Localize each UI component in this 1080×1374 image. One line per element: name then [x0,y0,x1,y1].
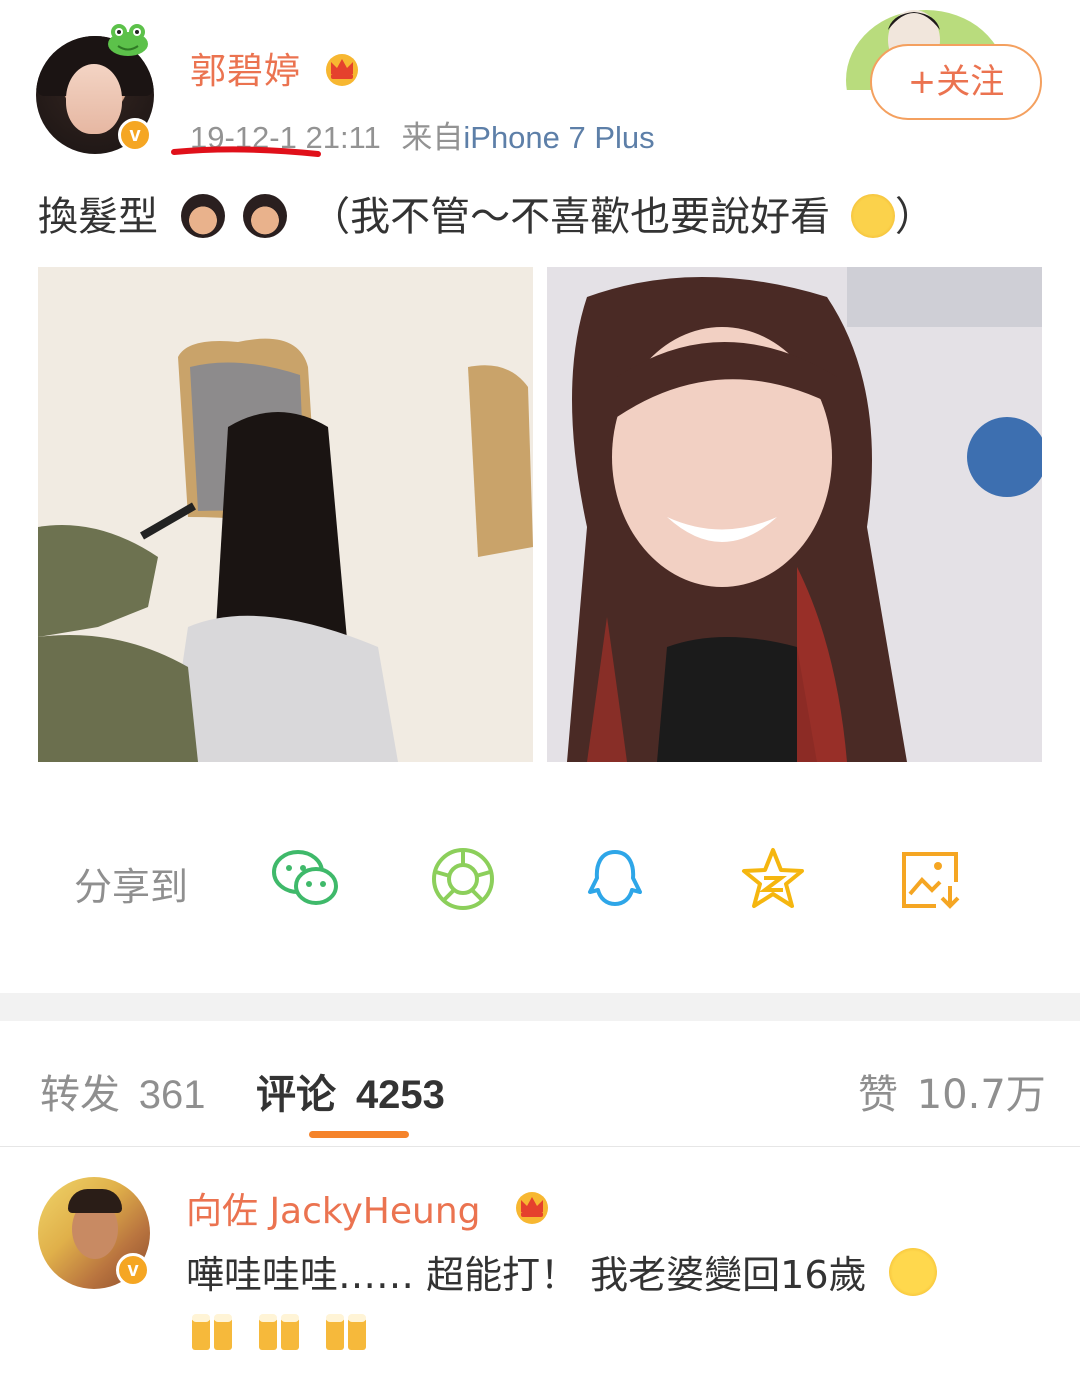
comment-text: 嘩哇哇哇…… 超能打！ 我老婆變回16歲 [186,1244,937,1299]
source-prefix: 来自 [401,120,464,156]
post-text-body: （我不管～不喜歡也要說好看 [310,194,831,240]
commenter-username[interactable]: 向佐 JackyHeung [186,1182,481,1234]
nezha-emoji-icon [180,194,225,238]
tab-comment[interactable]: 评论 4253 [256,1062,445,1120]
post-text-tail: ） [894,194,935,240]
frog-decoration-icon [108,24,148,56]
share-label: 分享到 [74,865,189,909]
save-image-icon[interactable] [896,846,966,912]
qzone-icon[interactable] [738,846,808,912]
tab-repost[interactable]: 转发 361 [40,1062,205,1120]
vip-crown-icon [326,54,358,86]
tabs-divider [0,1146,1080,1147]
post-image-selfie[interactable] [547,267,1042,762]
selfie-photo [547,267,1042,762]
yummy-emoji-icon [850,194,895,238]
follow-button[interactable]: +关注 [870,44,1042,120]
grin-emoji-icon [888,1248,937,1296]
like-label: 赞 [858,1072,898,1118]
wechat-icon[interactable] [270,846,340,912]
verified-badge-icon: v [116,1253,150,1287]
poster-username[interactable]: 郭碧婷 [190,42,301,94]
beer-emoji-icon [259,1314,300,1350]
tab-like[interactable]: 赞 10.7万 [858,1062,1046,1120]
comment-body: 嘩哇哇哇…… 超能打！ 我老婆變回16歲 [186,1253,867,1297]
section-divider [0,993,1080,1021]
verified-badge-icon: v [118,118,152,152]
source-device-link[interactable]: iPhone 7 Plus [463,120,654,155]
qq-icon[interactable] [580,846,650,912]
post-text-lead: 換髮型 [38,194,158,240]
beer-emoji-icon [192,1314,232,1350]
haircut-photo [38,267,533,762]
post-text: 換髮型 （我不管～不喜歡也要說好看 ） [38,184,935,242]
active-tab-indicator [309,1131,409,1138]
moments-icon[interactable] [428,846,498,912]
comment-count: 4253 [355,1073,445,1117]
repost-count: 361 [138,1073,206,1117]
comment-label: 评论 [256,1072,336,1118]
repost-label: 转发 [40,1072,120,1118]
nezha-emoji-icon [243,194,288,238]
beer-emoji-icon [326,1314,367,1350]
like-count: 10.7万 [916,1072,1046,1118]
comment-emoji-row [186,1304,382,1362]
vip-crown-icon [516,1192,548,1224]
post-image-haircut[interactable] [38,267,533,762]
red-underline-annotation [171,146,321,157]
